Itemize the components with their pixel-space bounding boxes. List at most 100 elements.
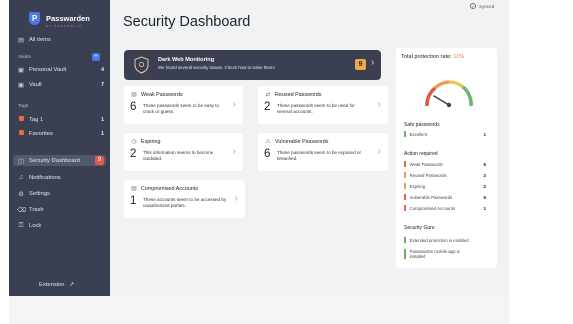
tile-title: Weak Passwords <box>141 91 183 98</box>
row-label: Reused Passwords <box>409 172 447 178</box>
chevron-right-icon: › <box>371 57 375 68</box>
safe-passwords-label: Safe passwords <box>404 122 440 128</box>
row-count: 6 <box>483 194 486 200</box>
row-count: 6 <box>483 161 486 167</box>
sidebar-item-notifications[interactable]: ♫ Notifications <box>17 172 104 183</box>
banner-count-badge: 9 <box>355 59 366 70</box>
extension-label: Extension <box>39 282 65 288</box>
all-items-icon: ▤ <box>17 36 25 44</box>
row-label: Vulnerable Passwords <box>409 194 453 200</box>
guru-row-extended-protection: Extended protection is enabled <box>404 236 486 244</box>
status-bar <box>404 161 406 167</box>
tile-count: 2 <box>130 148 137 160</box>
sidebar-item-tag-1[interactable]: Tag 1 1 <box>17 114 104 125</box>
chevron-right-icon: › <box>232 146 236 157</box>
vault-count: 7 <box>100 81 104 88</box>
page-title: Security Dashboard <box>123 14 251 30</box>
tile-header: ▤ Weak Passwords <box>130 91 183 99</box>
sidebar-item-lock[interactable]: ⚿ Lock <box>17 220 104 231</box>
gear-icon: ⚙ <box>18 190 24 198</box>
tag-count: 1 <box>100 116 104 123</box>
dark-web-monitoring-banner[interactable]: Dark Web Monitoring We found several sec… <box>124 50 381 80</box>
action-row-compromised: Compromised Accounts 1 <box>404 204 486 212</box>
reused-passwords-card[interactable]: ⇄ Reused Passwords 2 These passwords see… <box>258 86 388 124</box>
tile-count: 1 <box>130 195 137 207</box>
protection-rate-value: 11% <box>453 54 465 60</box>
action-row-reused: Reused Passwords 2 <box>404 171 486 179</box>
status-bar <box>404 183 406 189</box>
app-name: Passwarden <box>46 13 90 23</box>
row-count: 2 <box>483 172 486 178</box>
tile-description: These passwords seem to be easy to crack… <box>143 103 220 114</box>
sync-status: ✓ Synced <box>470 3 494 9</box>
extension-link[interactable]: Extension ↗ <box>39 281 74 288</box>
tile-description: These accounts seem to be accessed by un… <box>143 197 227 208</box>
sidebar: P Passwarden BY KEEPSOLID ▤ All items Va… <box>9 0 110 296</box>
sidebar-item-label: Notifications <box>29 174 61 181</box>
sidebar-item-trash[interactable]: ⌫ Trash <box>17 204 104 215</box>
sidebar-item-label: All items <box>29 36 51 43</box>
expiring-card[interactable]: ◷ Expiring 2 This information seems to b… <box>124 133 243 171</box>
add-vault-button[interactable]: + <box>92 53 100 61</box>
sidebar-item-favorites[interactable]: Favorites 1 <box>17 128 104 139</box>
sidebar-item-settings[interactable]: ⚙ Settings <box>17 188 104 199</box>
sidebar-item-all-items[interactable]: ▤ All items <box>17 34 104 45</box>
tag-count: 1 <box>100 130 104 137</box>
check-icon: ✓ <box>470 3 476 9</box>
sidebar-item-label: Vault <box>29 81 42 88</box>
tile-description: These passwords seem to be exposed or br… <box>277 150 362 161</box>
vault-count: 4 <box>100 66 104 73</box>
compromised-accounts-card[interactable]: ▤ Compromised Accounts 1 These accounts … <box>124 180 245 218</box>
row-label: Passwarden mobile app is installed <box>409 249 460 260</box>
shield-icon <box>134 56 149 74</box>
favorites-tag-icon <box>17 130 25 137</box>
tile-description: This information seems to become outdate… <box>143 150 214 161</box>
sidebar-item-label: Tag 1 <box>29 116 44 123</box>
sync-status-label: Synced <box>479 3 495 9</box>
vaults-section-label: Vaults <box>18 55 31 60</box>
brand: P Passwarden <box>29 11 90 25</box>
guru-row-mobile-app: Passwarden mobile app is installed <box>404 249 486 261</box>
compromised-account-icon: ▤ <box>131 186 137 192</box>
chevron-right-icon: › <box>232 99 236 110</box>
action-row-weak: Weak Passwords 6 <box>404 160 486 168</box>
protection-gauge <box>424 80 474 108</box>
bell-icon: ♫ <box>18 174 24 181</box>
row-label: Weak Passwords <box>409 161 443 167</box>
sidebar-item-security-dashboard[interactable]: ◫ Security Dashboard 9 <box>13 155 106 166</box>
tile-title: Expiring <box>141 138 161 145</box>
banner-text: We found several security issues. Check … <box>158 65 275 70</box>
status-bar <box>404 131 406 137</box>
weak-passwords-card[interactable]: ▤ Weak Passwords 6 These passwords seem … <box>124 86 243 124</box>
sidebar-item-vault[interactable]: ▣ Vault 7 <box>17 79 104 90</box>
passwarden-logo-icon: P <box>29 11 40 25</box>
app-subtitle: BY KEEPSOLID <box>46 24 83 28</box>
status-bar <box>404 237 406 243</box>
protection-rate-label: Total protection rate: <box>401 54 452 60</box>
sidebar-item-label: Trash <box>29 206 44 213</box>
tile-title: Vulnerable Passwords <box>275 138 329 145</box>
security-guru-label: Security Guru <box>404 225 435 231</box>
tile-header: ◷ Expiring <box>130 138 161 146</box>
action-required-label: Action required <box>404 151 438 157</box>
vulnerable-passwords-card[interactable]: ⚠ Vulnerable Passwords 6 These passwords… <box>258 133 388 171</box>
row-label: Compromised Accounts <box>409 205 455 211</box>
chevron-right-icon: › <box>234 193 238 204</box>
action-row-expiring: Expiring 2 <box>404 182 486 190</box>
protection-panel: Total protection rate: 11% Safe password… <box>396 48 497 268</box>
warning-icon: ⚠ <box>265 139 271 145</box>
sidebar-item-label: Favorites <box>29 130 53 137</box>
status-bar <box>404 249 406 259</box>
tile-header: ⇄ Reused Passwords <box>264 91 322 99</box>
external-link-icon: ↗ <box>69 282 75 288</box>
tile-title: Reused Passwords <box>275 91 322 98</box>
tile-count: 6 <box>264 148 271 160</box>
tile-description: These passwords seem to be used for seve… <box>277 103 355 114</box>
reused-password-icon: ⇄ <box>265 92 271 98</box>
clock-icon: ◷ <box>131 139 137 145</box>
row-count: 1 <box>483 205 486 211</box>
tag-icon <box>17 116 25 123</box>
tile-count: 2 <box>264 101 271 113</box>
sidebar-item-label: Lock <box>29 222 42 229</box>
sidebar-item-personal-vault[interactable]: ▣ Personal Vault 4 <box>17 64 104 75</box>
